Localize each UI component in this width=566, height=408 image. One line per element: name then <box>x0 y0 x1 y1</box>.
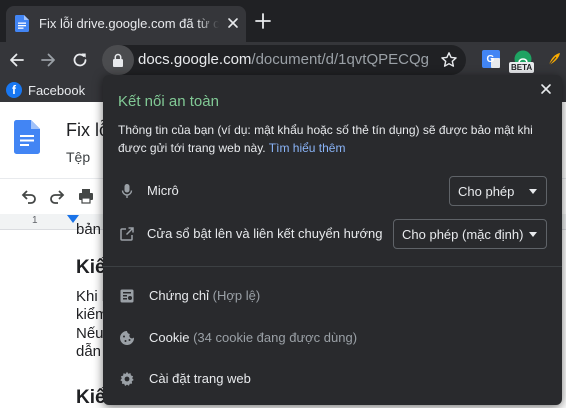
ruler-number: 1 <box>32 215 38 226</box>
site-info-popup: Kết nối an toàn Thông tin của bạn (ví dụ… <box>103 75 562 405</box>
site-info-button[interactable] <box>102 45 134 75</box>
url-text[interactable]: docs.google.com/document/d/1qvtQPECQg... <box>138 51 428 69</box>
doc-text-line: dẫn <box>76 343 102 360</box>
beta-badge: BETA <box>509 62 535 73</box>
permission-label: Cửa sổ bật lên và liên kết chuyển hướng <box>147 226 383 241</box>
security-description: Thông tin của bạn (ví dụ: mật khẩu hoặc … <box>118 121 548 157</box>
cookie-label: Cookie <box>149 330 190 345</box>
permission-label: Micrô <box>147 183 179 198</box>
cookie-row[interactable]: Cookie (34 cookie đang được dùng) <box>103 318 562 358</box>
doc-heading: Kiể <box>76 257 106 278</box>
tab-strip: Fix lỗi drive.google.com đã từ chối kết … <box>0 0 566 42</box>
microphone-permission-select[interactable]: Cho phép <box>449 176 547 206</box>
lock-icon <box>113 53 123 67</box>
close-icon[interactable] <box>539 82 553 96</box>
back-arrow-icon[interactable] <box>7 50 27 70</box>
google-docs-icon <box>15 15 29 32</box>
bookmark-star-icon[interactable] <box>440 51 458 69</box>
url-path: /document/d/1qvtQPECQg... <box>251 51 428 68</box>
cookie-icon <box>120 331 135 345</box>
reload-icon[interactable] <box>70 50 90 70</box>
info-label: Chứng chỉ (Hợp lệ) <box>149 288 260 303</box>
connection-secure-title: Kết nối an toàn <box>118 93 219 110</box>
google-translate-icon[interactable]: G <box>482 50 500 68</box>
svg-text:G: G <box>487 54 495 65</box>
forward-arrow-icon[interactable] <box>38 50 58 70</box>
select-value: Cho phép <box>458 184 515 199</box>
popups-permission-select[interactable]: Cho phép (mặc định) <box>393 219 547 249</box>
redo-icon[interactable] <box>48 187 66 205</box>
address-bar[interactable]: docs.google.com/document/d/1qvtQPECQg... <box>102 45 466 75</box>
site-settings-row[interactable]: Cài đặt trang web <box>103 359 562 399</box>
undo-icon[interactable] <box>20 187 38 205</box>
google-docs-logo-icon[interactable] <box>14 120 40 154</box>
permission-row-microphone: Micrô Cho phép <box>103 176 562 206</box>
info-label: Cookie (34 cookie đang được dùng) <box>149 330 357 345</box>
browser-tab[interactable]: Fix lỗi drive.google.com đã từ chối kết … <box>6 6 246 42</box>
close-tab-icon[interactable] <box>225 15 241 31</box>
feather-extension-icon[interactable] <box>545 50 563 68</box>
url-host: docs.google.com <box>138 51 252 68</box>
new-tab-icon[interactable] <box>254 12 272 30</box>
bookmark-label: Facebook <box>28 82 86 98</box>
doc-heading: Kiể <box>76 387 106 408</box>
chevron-down-icon <box>529 189 537 194</box>
menu-file[interactable]: Tệp <box>66 149 90 165</box>
cookie-count: (34 cookie đang được dùng) <box>193 330 358 345</box>
print-icon[interactable] <box>77 187 95 205</box>
permission-row-popups: Cửa sổ bật lên và liên kết chuyển hướng … <box>103 219 562 249</box>
doc-text-line: Nếu <box>76 325 104 342</box>
chevron-down-icon <box>529 232 537 237</box>
microphone-icon <box>121 184 133 198</box>
divider <box>103 266 562 267</box>
certificate-status: (Hợp lệ) <box>212 288 261 303</box>
popup-redirect-icon <box>120 227 134 241</box>
settings-gear-icon <box>120 371 134 386</box>
browser-toolbar: docs.google.com/document/d/1qvtQPECQg...… <box>0 42 566 78</box>
certificate-label: Chứng chỉ <box>149 288 210 303</box>
facebook-icon: f <box>6 82 22 98</box>
learn-more-link[interactable]: Tìm hiểu thêm <box>269 141 346 155</box>
doc-text-line: bản <box>76 221 102 238</box>
certificate-icon <box>120 289 134 303</box>
certificate-row[interactable]: Chứng chỉ (Hợp lệ) <box>103 276 562 316</box>
select-value: Cho phép (mặc định) <box>402 227 524 242</box>
site-settings-label: Cài đặt trang web <box>149 371 251 386</box>
tab-title: Fix lỗi drive.google.com đã từ chối kết … <box>39 16 219 31</box>
bookmark-facebook[interactable]: f Facebook <box>6 80 85 100</box>
